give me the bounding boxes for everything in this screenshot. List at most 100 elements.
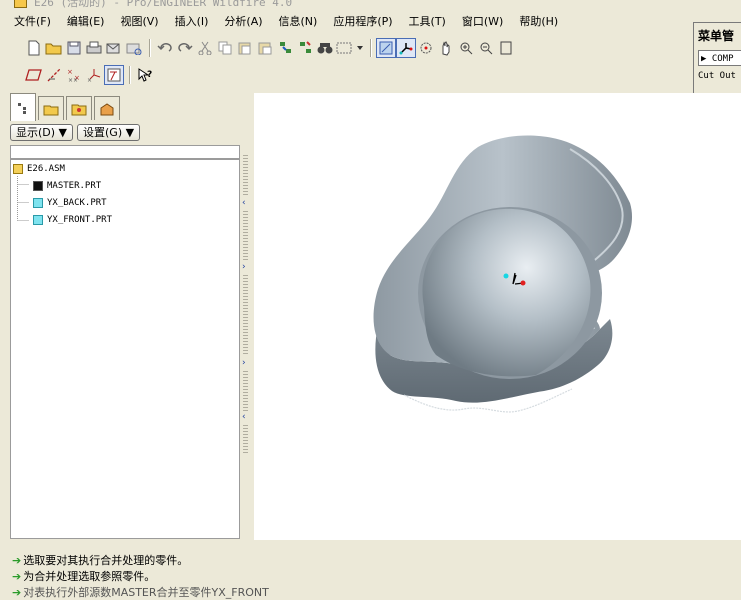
favorites-tab[interactable] (66, 96, 92, 120)
tree-item-label: E26.ASM (27, 164, 65, 174)
message-arrow-icon: ➔ (12, 553, 22, 567)
chevron-down-icon[interactable] (355, 38, 365, 58)
repaint-icon[interactable] (376, 38, 396, 58)
datum-axis-icon[interactable] (44, 65, 64, 85)
menu-bar: 文件(F) 编辑(E) 视图(V) 插入(I) 分析(A) 信息(N) 应用程序… (0, 10, 741, 32)
message-text: 为合并处理选取参照零件。 (23, 570, 156, 583)
svg-text:×: × (67, 68, 73, 76)
model-tree-tab[interactable] (10, 93, 36, 121)
print-icon[interactable] (84, 38, 104, 58)
message-line: ➔ 为合并处理选取参照零件。 (12, 568, 155, 584)
cad-model[interactable] (373, 135, 633, 413)
message-arrow-icon: ➔ (12, 585, 22, 599)
expand-right-arrow-icon[interactable]: › (242, 263, 246, 272)
tree-item-master[interactable]: MASTER.PRT (33, 179, 101, 193)
message-line: ➔ 对表执行外部源数MASTER合并至零件YX_FRONT (12, 584, 269, 600)
message-text: 对表执行外部源数MASTER合并至零件YX_FRONT (23, 586, 269, 599)
tree-filter-bar[interactable] (10, 145, 240, 159)
graphics-window[interactable] (254, 93, 741, 540)
tree-icon (18, 102, 26, 114)
context-help-icon[interactable]: ? (135, 65, 155, 85)
message-line: ➔ 选取要对其执行合并处理的零件。 (12, 552, 188, 568)
connections-icon (100, 102, 114, 115)
undo-icon[interactable] (155, 38, 175, 58)
connections-tab[interactable] (94, 96, 120, 120)
model-tree: E26.ASM MASTER.PRT YX_BACK.PRT YX_FRONT.… (10, 159, 240, 539)
svg-text:××: ×× (68, 77, 78, 83)
tree-item-label: MASTER.PRT (47, 181, 102, 191)
menu-item-component[interactable]: ▶ COMP (698, 50, 741, 66)
tree-item-assembly[interactable]: E26.ASM (13, 162, 65, 176)
tree-item-yx-back[interactable]: YX_BACK.PRT (33, 196, 107, 210)
datum-toolbar: × × ×× × ? (24, 62, 224, 88)
menu-insert[interactable]: 插入(I) (165, 13, 215, 29)
selection-box-icon[interactable] (335, 38, 355, 58)
settings-dropdown[interactable]: 设置(G) ▼ (77, 124, 141, 141)
send-mail-icon[interactable] (104, 38, 124, 58)
save-icon[interactable] (64, 38, 84, 58)
tree-item-yx-front[interactable]: YX_FRONT.PRT (33, 213, 112, 227)
app-icon (14, 0, 27, 8)
send-link-icon[interactable] (124, 38, 144, 58)
zoom-in-icon[interactable] (456, 38, 476, 58)
zoom-out-icon[interactable] (476, 38, 496, 58)
open-folder-icon[interactable] (44, 38, 64, 58)
redo-icon[interactable] (175, 38, 195, 58)
navigator-tabs (10, 93, 240, 121)
svg-text:?: ? (147, 70, 152, 80)
title-bar: E26 (活动的) - Pro/ENGINEER Wildfire 4.0 (0, 0, 741, 9)
datum-display-icon[interactable] (104, 65, 124, 85)
copy-icon[interactable] (215, 38, 235, 58)
spin-center-icon[interactable] (396, 38, 416, 58)
message-text: 选取要对其执行合并处理的零件。 (23, 554, 189, 567)
paste-special-icon[interactable] (255, 38, 275, 58)
regenerate-icon[interactable] (275, 38, 295, 58)
svg-text:×: × (87, 77, 92, 83)
menu-manager: 菜单管 ▶ COMP Cut Out (693, 22, 741, 94)
favorites-folder-icon (71, 104, 87, 115)
layer-tree-tab[interactable] (38, 96, 64, 120)
toolbar-separator (149, 39, 150, 57)
cut-icon[interactable] (195, 38, 215, 58)
new-file-icon[interactable] (24, 38, 44, 58)
navigator-panel: 显示(D) ▼ 设置(G) ▼ E26.ASM MASTER.PRT YX_BA… (10, 93, 240, 539)
tree-item-label: YX_FRONT.PRT (47, 215, 113, 225)
tree-item-label: YX_BACK.PRT (47, 198, 107, 208)
menu-info[interactable]: 信息(N) (269, 13, 324, 29)
show-dropdown[interactable]: 显示(D) ▼ (10, 124, 74, 141)
regeneration-manager-icon[interactable] (295, 38, 315, 58)
panel-splitter[interactable]: ‹ › › ‹ (242, 155, 250, 545)
model-view (373, 135, 633, 413)
menu-edit[interactable]: 编辑(E) (57, 13, 111, 29)
menu-item-cut-out[interactable]: Cut Out (698, 71, 736, 81)
refit-icon[interactable] (496, 38, 516, 58)
part-dark-icon (33, 181, 43, 191)
menu-applications[interactable]: 应用程序(P) (323, 13, 398, 29)
toolbar-separator (370, 39, 371, 57)
collapse-left-arrow-icon[interactable]: ‹ (242, 199, 246, 208)
menu-help[interactable]: 帮助(H) (509, 13, 564, 29)
menu-window[interactable]: 窗口(W) (452, 13, 509, 29)
orient-mode-icon[interactable] (416, 38, 436, 58)
pan-hand-icon[interactable] (436, 38, 456, 58)
part-icon (33, 215, 43, 225)
assembly-icon (13, 164, 23, 174)
menu-manager-title: 菜单管 (698, 29, 735, 43)
main-toolbar (24, 36, 694, 60)
paste-icon[interactable] (235, 38, 255, 58)
datum-plane-icon[interactable] (24, 65, 44, 85)
toolbar-separator (129, 66, 130, 84)
folder-stack-icon (43, 105, 59, 115)
part-icon (33, 198, 43, 208)
datum-point-icon[interactable]: × × ×× (64, 65, 84, 85)
menu-tools[interactable]: 工具(T) (399, 13, 452, 29)
datum-csys-icon[interactable]: × (84, 65, 104, 85)
menu-view[interactable]: 视图(V) (110, 13, 164, 29)
menu-file[interactable]: 文件(F) (0, 13, 57, 29)
find-icon[interactable] (315, 38, 335, 58)
collapse-left-arrow-icon[interactable]: ‹ (242, 413, 246, 422)
menu-analysis[interactable]: 分析(A) (214, 13, 268, 29)
window-title: E26 (活动的) - Pro/ENGINEER Wildfire 4.0 (34, 0, 293, 9)
expand-right-arrow-icon[interactable]: › (242, 359, 246, 368)
message-area: ➔ 选取要对其执行合并处理的零件。 ➔ 为合并处理选取参照零件。 ➔ 对表执行外… (0, 540, 741, 599)
